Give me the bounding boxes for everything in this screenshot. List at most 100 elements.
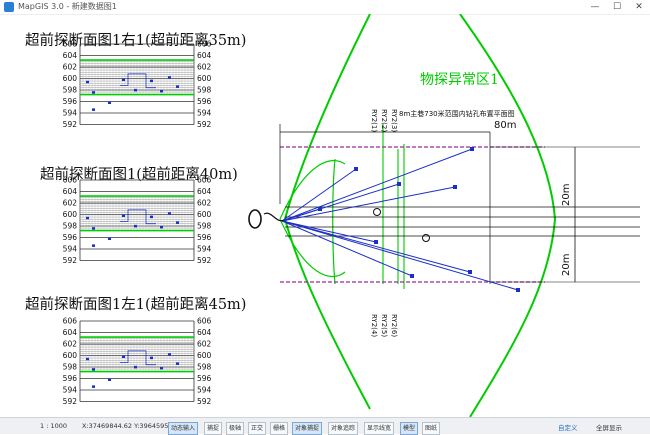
borehole-marker	[160, 367, 163, 370]
coordinate-readout: X:37469844.62 Y:3964595.29	[82, 422, 179, 430]
borehole-marker	[108, 101, 111, 104]
status-bar: 1 : 1000 X:37469844.62 Y:3964595.29 动态输入…	[0, 417, 650, 435]
borehole-line	[281, 186, 456, 222]
tick-label-right: 606	[197, 317, 212, 326]
borehole-marker	[150, 215, 153, 219]
tick-label-right: 600	[197, 210, 212, 219]
hole-label-bottom: RY2(4)	[370, 314, 378, 337]
borehole-marker	[134, 365, 137, 369]
point-icon	[373, 208, 381, 216]
borehole-marker	[108, 378, 111, 381]
status-toggle-button[interactable]: 显示线宽	[364, 422, 395, 435]
tick-label-right: 592	[197, 256, 212, 265]
tick-label-right: 600	[197, 351, 212, 360]
profile-sections: 606 606 604 604 602 602 600 600 598 598 596 596 594 5…	[63, 40, 212, 407]
tick-label-right: 598	[197, 363, 212, 372]
borehole-marker	[86, 80, 89, 84]
hole-label-bottom: RY2(5)	[380, 314, 388, 337]
tick-label-left: 598	[63, 363, 78, 372]
tick-label-right: 606	[197, 176, 212, 185]
borehole-marker	[168, 76, 171, 79]
tick-label-left: 592	[63, 256, 78, 265]
tick-label-left: 600	[63, 74, 78, 83]
status-fullscreen-link[interactable]: 全屏显示	[596, 422, 622, 432]
dim-label-20m-top: 20m	[561, 184, 572, 206]
tick-label-left: 594	[63, 109, 78, 118]
borehole-line	[281, 220, 519, 291]
dim-label-20m-bottom: 20m	[561, 254, 572, 276]
status-toggle-button[interactable]: 正交	[248, 422, 267, 435]
scale-readout: 1 : 1000	[40, 422, 67, 430]
title-bar: MapGIS 3.0 - 新建数据图1 — ☐ ✕	[0, 0, 650, 15]
borehole-end-marker	[470, 147, 474, 151]
drawing-canvas[interactable]: 超前探断面图1右1(超前距离35m) 超前探断面图1(超前距离40m) 超前探断…	[0, 14, 650, 417]
status-toggle-button[interactable]: 对象捕捉	[292, 422, 323, 435]
status-toggle-button[interactable]: 模型	[400, 422, 419, 435]
tick-label-left: 602	[63, 63, 78, 72]
tick-label-left: 602	[63, 340, 78, 349]
borehole-marker	[92, 385, 95, 388]
tick-label-left: 606	[63, 176, 78, 185]
tick-label-right: 594	[197, 245, 212, 254]
status-toggle-button[interactable]: 图纸	[422, 422, 441, 435]
map-note: 8m主巷730米范围内钻孔布置平面图	[399, 109, 515, 118]
tick-label-right: 592	[197, 397, 212, 406]
hole-label-top: RY2(2)	[380, 109, 388, 132]
status-toggle-button[interactable]: 对象追踪	[328, 422, 359, 435]
tick-label-left: 592	[63, 120, 78, 129]
borehole-marker	[160, 90, 163, 93]
tick-label-right: 596	[197, 374, 212, 383]
status-toggle-button[interactable]: 捕捉	[204, 422, 223, 435]
borehole-marker	[86, 216, 89, 220]
borehole-end-marker	[516, 288, 520, 292]
tick-label-left: 600	[63, 210, 78, 219]
borehole-marker	[92, 368, 95, 371]
borehole-marker	[150, 356, 153, 360]
tick-label-left: 596	[63, 97, 78, 106]
close-button[interactable]: ✕	[628, 0, 650, 14]
status-toggle-button[interactable]: 动态输入	[168, 422, 199, 435]
tick-label-right: 594	[197, 109, 212, 118]
hole-label-top: RY2(3)	[390, 109, 398, 132]
status-toggle-button[interactable]: 栅格	[270, 422, 289, 435]
minimize-button[interactable]: —	[584, 0, 606, 14]
tick-label-left: 604	[63, 51, 78, 60]
borehole-marker	[176, 221, 179, 224]
borehole-marker	[92, 108, 95, 111]
tick-label-left: 596	[63, 233, 78, 242]
tick-label-left: 602	[63, 199, 78, 208]
tick-label-left: 598	[63, 86, 78, 95]
tick-label-right: 604	[197, 187, 212, 196]
tick-label-right: 594	[197, 386, 212, 395]
profile-section: 606 606 604 604 602 602 600 600 598 598 596 596 594 5…	[63, 317, 212, 407]
window-title: MapGIS 3.0 - 新建数据图1	[18, 2, 117, 11]
profile-section: 606 606 604 604 602 602 600 600 598 598 596 596 594 5…	[63, 176, 212, 266]
hole-label-top: RY2(1)	[370, 109, 378, 132]
status-custom-link[interactable]: 自定义	[558, 422, 578, 432]
maximize-button[interactable]: ☐	[606, 0, 628, 14]
borehole-end-marker	[318, 207, 322, 211]
borehole-marker	[92, 91, 95, 94]
tick-label-right: 602	[197, 340, 212, 349]
tick-label-right: 600	[197, 74, 212, 83]
borehole-marker	[150, 79, 153, 83]
borehole-marker	[160, 226, 163, 229]
borehole-end-marker	[410, 274, 414, 278]
borehole-end-marker	[374, 240, 378, 244]
borehole-end-marker	[397, 182, 401, 186]
anomaly-left-boundary	[283, 14, 371, 410]
status-toggle-button[interactable]: 极轴	[226, 422, 245, 435]
anomaly-label: 物探异常区1	[420, 72, 499, 88]
profile-section: 606 606 604 604 602 602 600 600 598 598 596 596 594 5…	[63, 40, 212, 130]
tick-label-left: 600	[63, 351, 78, 360]
hole-label-bottom: RY2(6)	[390, 314, 398, 337]
tick-label-left: 596	[63, 374, 78, 383]
borehole-marker	[122, 78, 125, 81]
borehole-marker	[176, 362, 179, 365]
tick-label-right: 592	[197, 120, 212, 129]
tick-label-left: 604	[63, 328, 78, 337]
point-icon	[422, 234, 430, 242]
borehole-marker	[122, 214, 125, 217]
borehole-marker	[108, 237, 111, 240]
borehole-end-marker	[468, 270, 472, 274]
